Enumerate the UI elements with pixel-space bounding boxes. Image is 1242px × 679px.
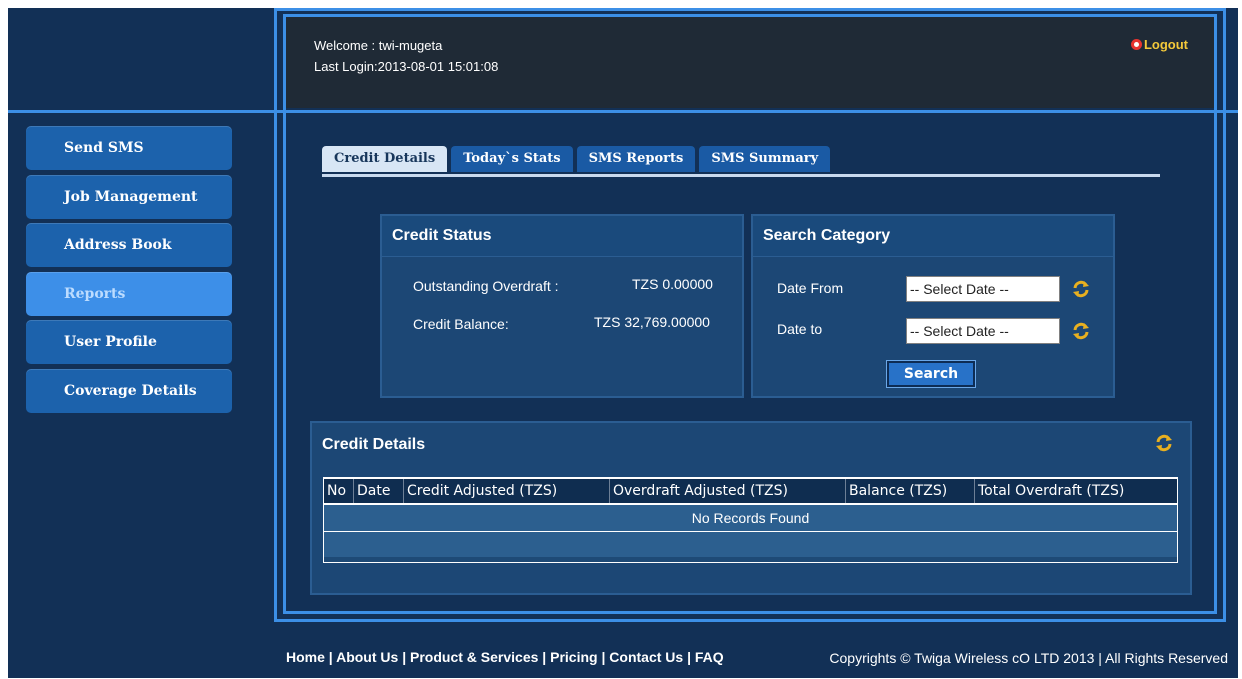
tab-underline [322,174,1160,177]
date-to-field[interactable]: -- Select Date -- [906,318,1060,344]
credit-details-table: No Date Credit Adjusted (TZS) Overdraft … [323,477,1178,563]
last-login-text: Last Login:2013-08-01 15:01:08 [314,59,499,74]
footer-separator: | [538,649,551,665]
credit-status-panel: Credit Status [380,214,744,398]
search-button[interactable]: Search [886,360,976,388]
outstanding-overdraft-value: TZS 0.00000 [632,276,713,292]
column-header-date: Date [354,479,404,503]
logout-label: Logout [1143,37,1188,52]
footer-links: Home | About Us | Product & Services | P… [286,649,724,665]
search-category-title: Search Category [753,216,1113,257]
column-header-no: No [324,479,354,503]
footer-separator: | [683,649,695,665]
credit-status-title: Credit Status [382,216,742,257]
sidebar-item-send-sms[interactable]: Send SMS [26,126,232,170]
sidebar-item-address-book[interactable]: Address Book [26,223,232,267]
footer-link-product-services[interactable]: Product & Services [410,649,538,665]
empty-state-row: No Records Found [324,504,1177,531]
sidebar-item-user-profile[interactable]: User Profile [26,320,232,364]
tab-credit-details[interactable]: Credit Details [322,146,448,172]
credit-balance-label: Credit Balance: [413,316,509,332]
footer-link-contact-us[interactable]: Contact Us [609,649,683,665]
date-from-field[interactable]: -- Select Date -- [906,276,1060,302]
footer-copyright: Copyrights © Twiga Wireless cO LTD 2013 … [829,650,1228,666]
date-to-calendar-icon[interactable] [1072,322,1090,340]
sidebar-item-job-management[interactable]: Job Management [26,174,232,219]
sidebar-item-reports[interactable]: Reports [26,271,232,316]
footer-link-faq[interactable]: FAQ [695,649,724,665]
report-tabs: Credit Details Today`s Stats SMS Reports… [322,146,831,172]
table-header-row: No Date Credit Adjusted (TZS) Overdraft … [324,478,1177,504]
credit-details-title: Credit Details [312,423,1190,467]
logout-link[interactable]: Logout [1130,37,1188,52]
outstanding-overdraft-label: Outstanding Overdraft : [413,278,559,294]
footer-separator: | [324,649,337,665]
column-header-balance: Balance (TZS) [846,479,975,503]
welcome-text: Welcome : twi-mugeta [314,38,443,53]
footer-separator: | [398,649,411,665]
footer-link-about-us[interactable]: About Us [336,649,398,665]
footer-link-home[interactable]: Home [286,649,325,665]
credit-balance-value: TZS 32,769.00000 [594,314,710,330]
logout-icon [1130,39,1142,50]
footer-link-pricing[interactable]: Pricing [550,649,597,665]
table-row [324,531,1177,557]
column-header-credit-adjusted: Credit Adjusted (TZS) [404,479,610,503]
tab-sms-reports[interactable]: SMS Reports [576,146,696,172]
date-from-label: Date From [777,280,844,296]
column-header-total-overdraft: Total Overdraft (TZS) [975,479,1177,503]
sidebar-item-coverage-details[interactable]: Coverage Details [26,368,232,413]
date-to-label: Date to [777,321,823,337]
tab-sms-summary[interactable]: SMS Summary [699,146,831,172]
footer-separator: | [597,649,610,665]
column-header-overdraft-adjusted: Overdraft Adjusted (TZS) [610,479,846,503]
date-from-calendar-icon[interactable] [1072,280,1090,298]
tab-todays-stats[interactable]: Today`s Stats [451,146,573,172]
refresh-icon[interactable] [1155,434,1173,452]
sidebar-nav: Send SMS Job Management Address Book Rep… [26,126,232,417]
